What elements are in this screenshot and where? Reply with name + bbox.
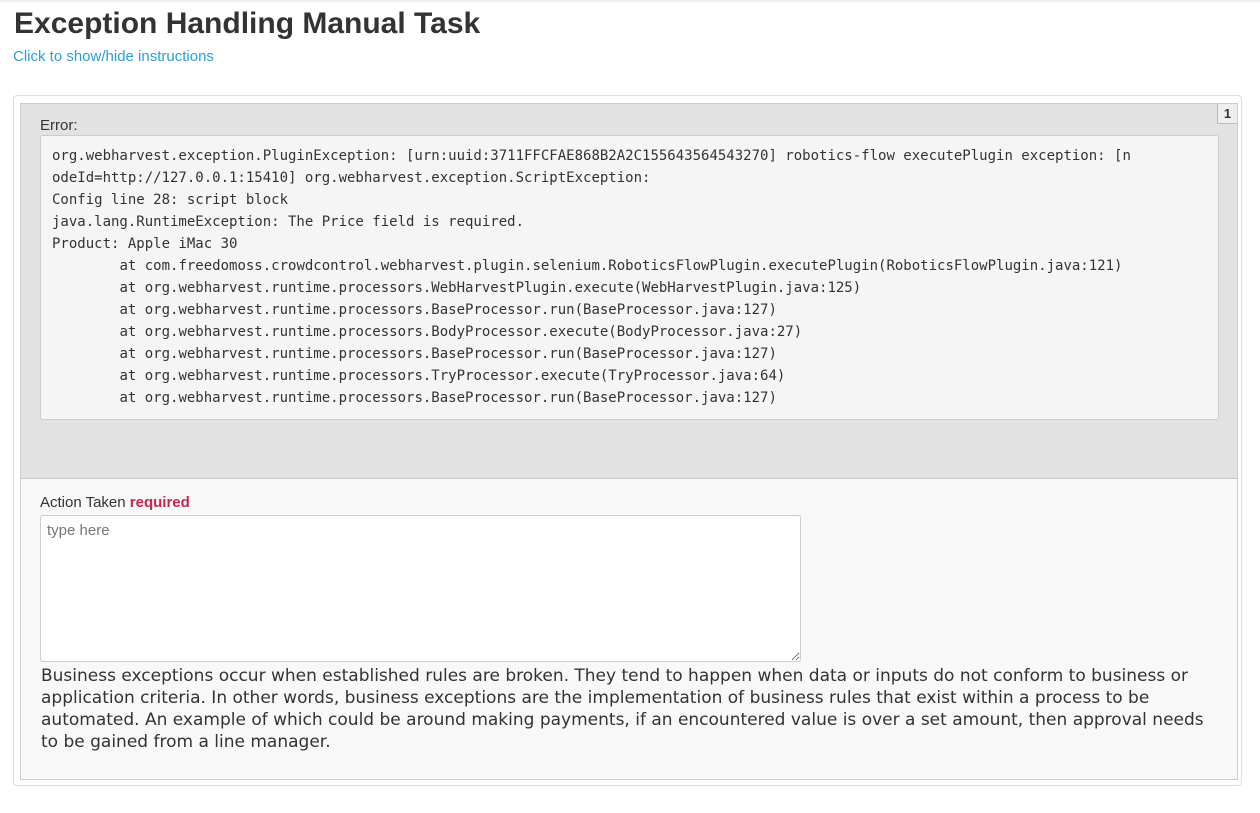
required-indicator: required <box>129 494 190 511</box>
error-section: 1 Error: org.webharvest.exception.Plugin… <box>21 104 1237 479</box>
error-label: Error: <box>40 117 78 134</box>
task-panel: 1 Error: org.webharvest.exception.Plugin… <box>13 95 1242 786</box>
page-title: Exception Handling Manual Task <box>14 7 481 40</box>
item-count-badge: 1 <box>1217 104 1237 124</box>
toggle-instructions-link[interactable]: Click to show/hide instructions <box>13 48 214 66</box>
action-taken-input[interactable] <box>40 515 801 662</box>
business-exception-description: Business exceptions occur when establish… <box>41 666 1204 752</box>
action-taken-label: Action Taken required <box>40 494 190 512</box>
error-details-box: org.webharvest.exception.PluginException… <box>40 135 1219 420</box>
task-form: 1 Error: org.webharvest.exception.Plugin… <box>20 103 1238 780</box>
error-stack-trace: org.webharvest.exception.PluginException… <box>52 148 1131 406</box>
top-divider <box>0 0 1260 2</box>
action-taken-label-text: Action Taken <box>40 494 126 511</box>
